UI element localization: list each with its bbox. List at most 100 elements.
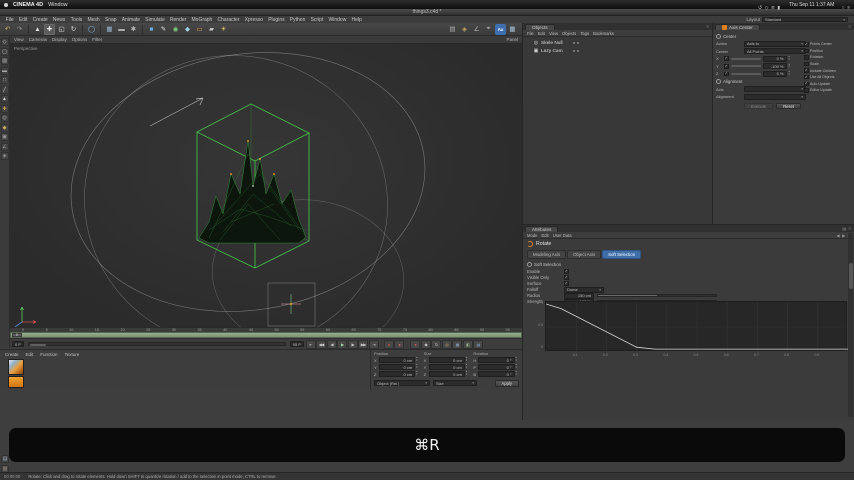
coordinate-value-field[interactable]: 0 cm xyxy=(428,357,465,363)
viewport-solo-button[interactable]: ◎ xyxy=(0,114,9,122)
value-stepper[interactable] xyxy=(416,364,420,369)
axis-y-value[interactable]: -100 % xyxy=(762,63,787,70)
points-mode-button[interactable]: ∷ xyxy=(0,76,9,84)
transport-record-parameter-toggle[interactable]: ◎ xyxy=(441,339,452,349)
tab-attributes[interactable]: Attributes xyxy=(525,225,559,232)
object-visibility-dots[interactable] xyxy=(572,49,580,53)
layout-dropdown[interactable]: Standard xyxy=(762,16,848,23)
app-menu-character[interactable]: Character xyxy=(215,17,242,23)
macos-window-menu[interactable]: Window xyxy=(48,2,68,8)
option-auto-update[interactable]: Auto Update xyxy=(804,81,846,87)
magnet-button[interactable]: ◈ xyxy=(0,152,9,160)
render-settings-button[interactable]: ✱ xyxy=(128,24,139,35)
window-titlebar[interactable]: things3.c4d * xyxy=(0,9,854,16)
light-menu[interactable]: ☀ xyxy=(218,24,229,35)
transport-previous-frame-button[interactable]: ◀ xyxy=(326,339,337,349)
material-thumbnail[interactable] xyxy=(8,359,24,375)
option-include-children[interactable]: Include Children xyxy=(804,68,846,73)
battery-icon[interactable]: ▮ xyxy=(777,6,780,11)
start-frame-field[interactable]: 0 F xyxy=(12,341,24,347)
scrollbar-thumb[interactable] xyxy=(848,263,853,289)
axis-z-checkbox[interactable] xyxy=(724,71,729,77)
transport-goto-start-button[interactable]: ⇤ xyxy=(305,339,316,349)
attribute-checkbox[interactable] xyxy=(564,269,569,274)
current-frame-marker[interactable]: 0 xyxy=(12,332,22,338)
coordinate-mode-dropdown[interactable]: Object (Rel.) xyxy=(374,380,430,386)
landscape-mesh[interactable] xyxy=(198,140,307,244)
materials-tab-function[interactable]: Function xyxy=(40,352,57,357)
app-menu-create[interactable]: Create xyxy=(30,17,50,23)
render-picture-viewer-button[interactable]: ▬ xyxy=(116,24,127,35)
app-menu-simulate[interactable]: Simulate xyxy=(143,17,168,23)
viewport-canvas[interactable]: Perspective xyxy=(10,44,522,327)
tool-tab-object-axis[interactable]: Object Axis xyxy=(567,250,602,259)
coordinate-value-field[interactable]: 0 cm xyxy=(428,371,465,377)
attribute-menu-edit[interactable]: Edit xyxy=(541,233,548,238)
attribute-menu-mode[interactable]: Mode xyxy=(527,233,537,238)
object-axis-point[interactable] xyxy=(290,303,292,305)
reset-button[interactable]: Reset xyxy=(776,102,802,110)
panel-menu-icon[interactable]: ▤ xyxy=(842,226,846,231)
transport-keyframe-selection-toggle[interactable]: ◧ xyxy=(462,339,473,349)
option-checkbox[interactable] xyxy=(804,81,809,87)
coordinate-system-toggle[interactable]: ◯ xyxy=(86,24,97,35)
quantize-button[interactable]: ∠ xyxy=(0,142,9,151)
app-menu-file[interactable]: File xyxy=(3,17,16,23)
quantize-toggle[interactable]: ∠ xyxy=(471,24,482,35)
spotlight-icon[interactable]: ○ xyxy=(842,6,845,11)
value-stepper[interactable] xyxy=(466,371,470,376)
viewport-layout-toggle[interactable]: ▦ xyxy=(507,24,518,35)
tab-objects[interactable]: Objects xyxy=(525,23,555,30)
app-menu-xpresso[interactable]: Xpresso xyxy=(242,17,266,23)
option-checkbox[interactable] xyxy=(804,55,809,60)
mesh-point[interactable] xyxy=(247,140,249,142)
visibility-dot[interactable] xyxy=(572,41,576,45)
value-stepper[interactable] xyxy=(789,71,793,76)
visibility-dot[interactable] xyxy=(576,49,580,53)
visibility-dot[interactable] xyxy=(572,49,576,53)
axis-alignment-dropdown[interactable] xyxy=(744,93,806,100)
app-menu-help[interactable]: Help xyxy=(349,17,364,23)
end-frame-field[interactable]: 95 F xyxy=(289,341,304,347)
transport-record-scale-toggle[interactable]: ◆ xyxy=(420,339,431,349)
transport-next-key-button[interactable]: ▶▶ xyxy=(358,339,369,349)
target-toggle[interactable]: ⌖ xyxy=(483,24,494,35)
locked-workplane-button[interactable]: ▣ xyxy=(0,133,9,141)
coordinate-value-field[interactable]: 0 ° xyxy=(478,357,515,363)
menubar-clock[interactable]: Thu Sep 11 1:37 AM xyxy=(789,2,834,8)
app-menu-render[interactable]: Render xyxy=(167,17,189,23)
rectangle-spline[interactable] xyxy=(267,282,316,327)
app-menu-snap[interactable]: Snap xyxy=(102,17,119,23)
transport-goto-end-button[interactable]: ⇥ xyxy=(368,339,379,349)
app-menu-mesh[interactable]: Mesh xyxy=(85,17,102,23)
spline-arrow[interactable] xyxy=(149,97,204,127)
panel-scrollbar[interactable] xyxy=(848,233,853,417)
option-checkbox[interactable] xyxy=(804,68,809,73)
option-rotation[interactable]: Rotation xyxy=(804,55,846,60)
axis-z-slider[interactable] xyxy=(730,72,761,75)
viewport-menu-filter[interactable]: Filter xyxy=(92,37,102,42)
panel-menu-icon[interactable]: ≡ xyxy=(849,226,851,231)
model-mode-button[interactable]: ▢ xyxy=(0,47,9,56)
floor-menu[interactable]: ▭ xyxy=(194,24,205,35)
primitive-cube-menu[interactable]: ■ xyxy=(146,24,157,35)
frame-range-handle[interactable] xyxy=(29,343,46,346)
rotate-tool[interactable]: ↻ xyxy=(68,24,79,35)
enable-axis-button[interactable]: ✚ xyxy=(0,104,9,113)
mesh-point[interactable] xyxy=(259,158,261,160)
coordinate-value-field[interactable]: 0 cm xyxy=(428,364,465,370)
objects-menu-tags[interactable]: Tags xyxy=(580,31,589,36)
materials-tab-texture[interactable]: Texture xyxy=(65,352,80,357)
attribute-value-field[interactable]: 150 cm xyxy=(564,292,594,299)
attribute-menu-user-data[interactable]: User Data xyxy=(553,233,572,238)
viewport-menu-view[interactable]: View xyxy=(14,37,24,42)
mesh-point-selected[interactable] xyxy=(252,185,254,187)
option-checkbox[interactable] xyxy=(804,61,809,67)
object-item-lazy-cam[interactable]: ▣ Lazy Cam xyxy=(525,47,710,55)
materials-tab-edit[interactable]: Edit xyxy=(26,352,34,357)
value-stepper[interactable] xyxy=(516,371,520,376)
section-soft-selection[interactable]: Soft Selection xyxy=(527,262,854,267)
panel-menu-icon[interactable]: ≡ xyxy=(849,24,851,29)
section-center[interactable]: Center xyxy=(716,34,851,39)
app-menu-script[interactable]: Script xyxy=(308,17,326,23)
